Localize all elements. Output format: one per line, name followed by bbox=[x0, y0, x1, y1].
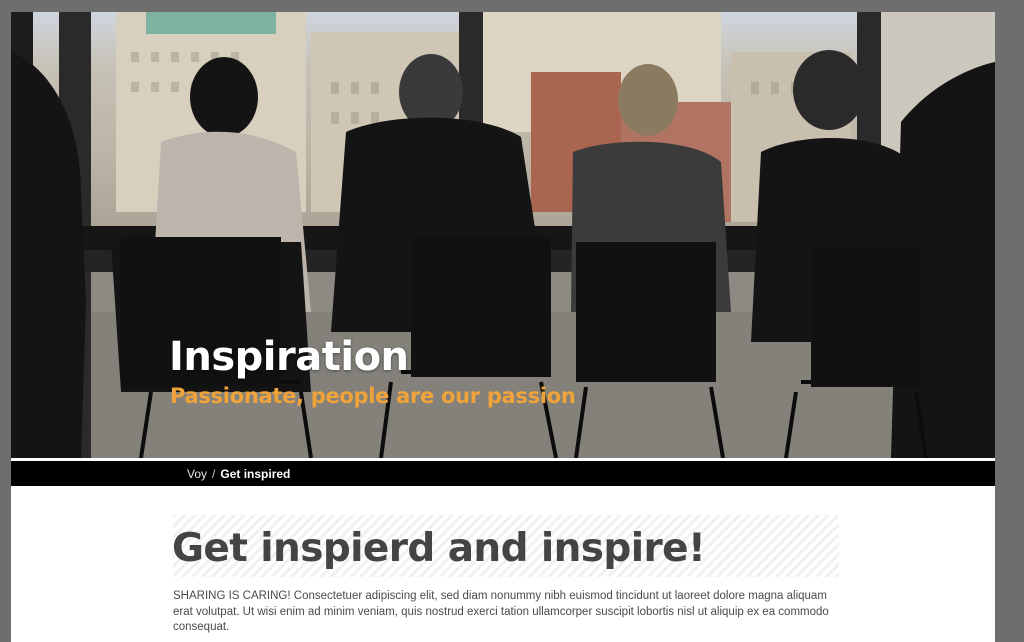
breadcrumb-current: Get inspired bbox=[220, 466, 291, 481]
breadcrumb-home-link[interactable]: Voy bbox=[187, 467, 207, 481]
hero-subtitle: Passionate, people are our passion bbox=[170, 384, 576, 408]
breadcrumb-separator: / bbox=[212, 466, 216, 481]
breadcrumb: Voy / Get inspired bbox=[11, 461, 995, 486]
page-heading: Get inspierd and inspire! bbox=[172, 526, 706, 571]
intro-paragraph: SHARING IS CARING! Consectetuer adipisci… bbox=[173, 590, 829, 633]
hero-banner: Inspiration Passionate, people are our p… bbox=[11, 12, 995, 458]
hero-title: Inspiration bbox=[169, 334, 409, 380]
page: Inspiration Passionate, people are our p… bbox=[11, 12, 995, 642]
